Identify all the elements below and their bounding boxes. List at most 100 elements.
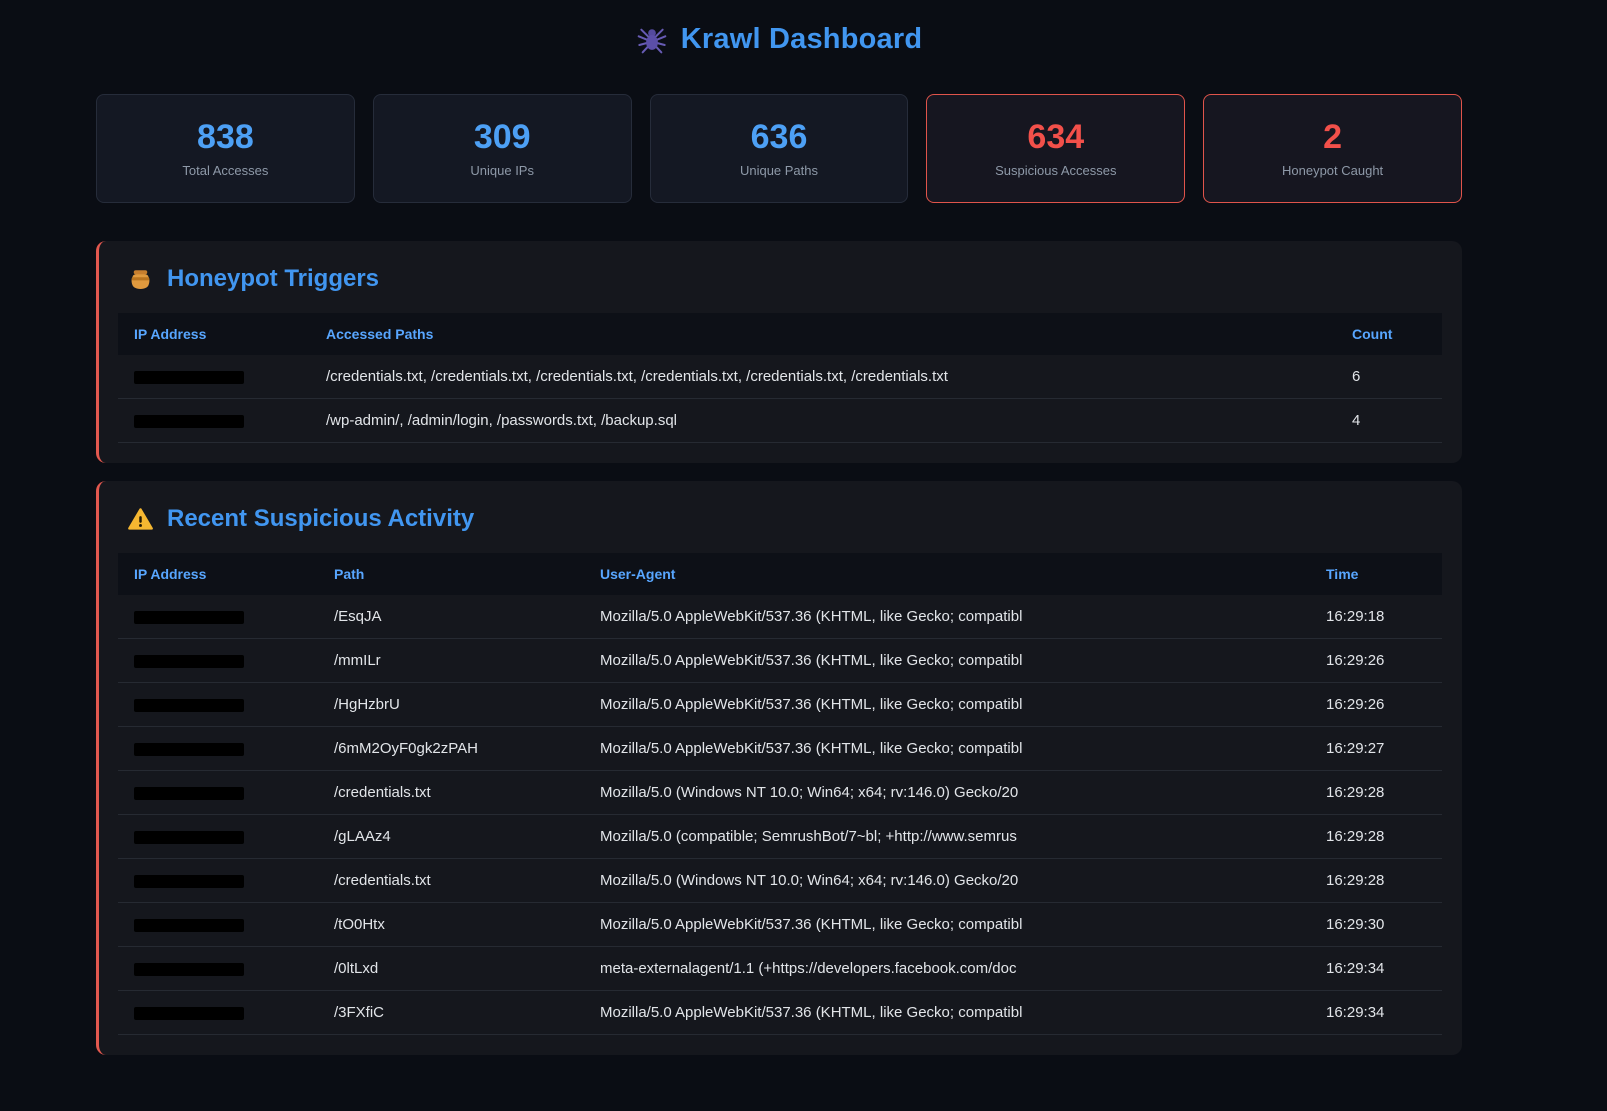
stat-value: 2 [1204,120,1461,154]
suspicious-row: /mmILr Mozilla/5.0 AppleWebKit/537.36 (K… [118,639,1442,683]
warning-icon [127,506,154,533]
column-header-ip: IP Address [118,313,310,355]
user-agent-cell: Mozilla/5.0 AppleWebKit/537.36 (KHTML, l… [584,683,1310,727]
ip-cell [118,947,318,991]
suspicious-row: /gLAAz4 Mozilla/5.0 (compatible; Semrush… [118,815,1442,859]
stat-card: 634 Suspicious Accesses [926,94,1185,203]
path-cell: /EsqJA [318,595,584,639]
stat-label: Honeypot Caught [1204,163,1461,178]
time-cell: 16:29:26 [1310,683,1442,727]
ip-cell [118,639,318,683]
stat-value: 636 [651,120,908,154]
redacted-ip-bar [134,415,244,428]
suspicious-row: /0ltLxd meta-externalagent/1.1 (+https:/… [118,947,1442,991]
stat-label: Unique IPs [374,163,631,178]
suspicious-activity-panel: Recent Suspicious Activity IP Address Pa… [96,481,1462,1055]
honeypot-title-text: Honeypot Triggers [167,265,379,293]
stat-value: 309 [374,120,631,154]
ip-cell [118,595,318,639]
count-cell: 6 [1336,355,1442,399]
honeypot-table: IP Address Accessed Paths Count /credent… [118,313,1442,443]
user-agent-cell: Mozilla/5.0 AppleWebKit/537.36 (KHTML, l… [584,727,1310,771]
user-agent-cell: Mozilla/5.0 AppleWebKit/537.36 (KHTML, l… [584,991,1310,1035]
time-cell: 16:29:30 [1310,903,1442,947]
path-cell: /tO0Htx [318,903,584,947]
path-cell: /0ltLxd [318,947,584,991]
honeypot-icon [127,266,154,293]
ip-cell [118,399,310,443]
user-agent-cell: Mozilla/5.0 (compatible; SemrushBot/7~bl… [584,815,1310,859]
path-cell: /HgHzbrU [318,683,584,727]
path-cell: /gLAAz4 [318,815,584,859]
suspicious-row: /credentials.txt Mozilla/5.0 (Windows NT… [118,771,1442,815]
column-header-paths: Accessed Paths [310,313,1336,355]
spider-icon [636,23,668,55]
redacted-ip-bar [134,611,244,624]
stat-card: 2 Honeypot Caught [1203,94,1462,203]
redacted-ip-bar [134,655,244,668]
dashboard-page: Krawl Dashboard 838 Total Accesses 309 U… [96,0,1462,1055]
path-cell: /credentials.txt [318,771,584,815]
accessed-paths-cell: /wp-admin/, /admin/login, /passwords.txt… [310,399,1336,443]
honeypot-panel: Honeypot Triggers IP Address Accessed Pa… [96,241,1462,463]
time-cell: 16:29:26 [1310,639,1442,683]
count-cell: 4 [1336,399,1442,443]
time-cell: 16:29:27 [1310,727,1442,771]
ip-cell [118,903,318,947]
suspicious-header-row: IP Address Path User-Agent Time [118,553,1442,595]
user-agent-cell: Mozilla/5.0 (Windows NT 10.0; Win64; x64… [584,859,1310,903]
stat-card: 838 Total Accesses [96,94,355,203]
ip-cell [118,683,318,727]
redacted-ip-bar [134,699,244,712]
stat-label: Unique Paths [651,163,908,178]
path-cell: /3FXfiC [318,991,584,1035]
redacted-ip-bar [134,963,244,976]
suspicious-row: /HgHzbrU Mozilla/5.0 AppleWebKit/537.36 … [118,683,1442,727]
column-header-count: Count [1336,313,1442,355]
stat-card: 636 Unique Paths [650,94,909,203]
ip-cell [118,771,318,815]
stat-label: Suspicious Accesses [927,163,1184,178]
time-cell: 16:29:28 [1310,815,1442,859]
redacted-ip-bar [134,875,244,888]
ip-cell [118,991,318,1035]
suspicious-row: /EsqJA Mozilla/5.0 AppleWebKit/537.36 (K… [118,595,1442,639]
redacted-ip-bar [134,1007,244,1020]
stats-row: 838 Total Accesses 309 Unique IPs 636 Un… [96,94,1462,203]
stat-value: 838 [97,120,354,154]
column-header-path: Path [318,553,584,595]
path-cell: /6mM2OyF0gk2zPAH [318,727,584,771]
user-agent-cell: Mozilla/5.0 (Windows NT 10.0; Win64; x64… [584,771,1310,815]
time-cell: 16:29:28 [1310,771,1442,815]
redacted-ip-bar [134,831,244,844]
honeypot-row: /wp-admin/, /admin/login, /passwords.txt… [118,399,1442,443]
page-header: Krawl Dashboard [96,0,1462,58]
suspicious-panel-title: Recent Suspicious Activity [118,505,1442,533]
redacted-ip-bar [134,743,244,756]
accessed-paths-cell: /credentials.txt, /credentials.txt, /cre… [310,355,1336,399]
column-header-time: Time [1310,553,1442,595]
redacted-ip-bar [134,787,244,800]
ip-cell [118,815,318,859]
user-agent-cell: meta-externalagent/1.1 (+https://develop… [584,947,1310,991]
suspicious-row: /tO0Htx Mozilla/5.0 AppleWebKit/537.36 (… [118,903,1442,947]
suspicious-row: /6mM2OyF0gk2zPAH Mozilla/5.0 AppleWebKit… [118,727,1442,771]
column-header-ip: IP Address [118,553,318,595]
user-agent-cell: Mozilla/5.0 AppleWebKit/537.36 (KHTML, l… [584,903,1310,947]
stat-card: 309 Unique IPs [373,94,632,203]
suspicious-title-text: Recent Suspicious Activity [167,505,474,533]
honeypot-header-row: IP Address Accessed Paths Count [118,313,1442,355]
honeypot-panel-title: Honeypot Triggers [118,265,1442,293]
stat-label: Total Accesses [97,163,354,178]
honeypot-row: /credentials.txt, /credentials.txt, /cre… [118,355,1442,399]
path-cell: /mmILr [318,639,584,683]
user-agent-cell: Mozilla/5.0 AppleWebKit/537.36 (KHTML, l… [584,595,1310,639]
column-header-user-agent: User-Agent [584,553,1310,595]
redacted-ip-bar [134,371,244,384]
time-cell: 16:29:18 [1310,595,1442,639]
ip-cell [118,727,318,771]
redacted-ip-bar [134,919,244,932]
path-cell: /credentials.txt [318,859,584,903]
stat-value: 634 [927,120,1184,154]
suspicious-activity-table: IP Address Path User-Agent Time /EsqJA M… [118,553,1442,1035]
